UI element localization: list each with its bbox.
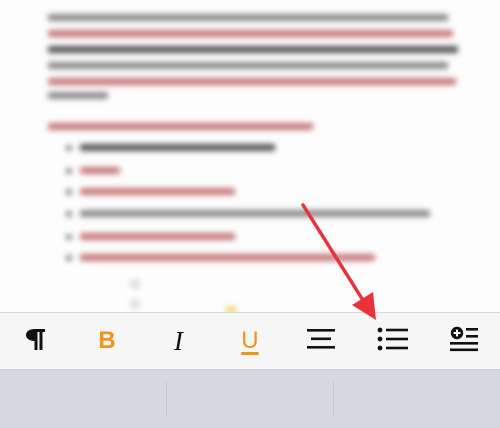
paragraph-style-button[interactable]	[0, 312, 71, 370]
keyboard-area	[0, 370, 500, 428]
align-center-icon	[306, 328, 336, 355]
keyboard-key-right[interactable]	[334, 370, 500, 428]
formatting-toolbar: B I U	[0, 312, 500, 370]
bold-icon: B	[98, 327, 116, 354]
italic-button[interactable]: I	[143, 312, 214, 370]
italic-icon: I	[173, 325, 183, 356]
insert-button[interactable]	[428, 312, 499, 370]
blurred-document-text	[0, 0, 500, 312]
bold-button[interactable]: B	[71, 312, 142, 370]
insert-line-icon	[449, 326, 479, 357]
bulleted-list-button[interactable]	[357, 312, 428, 370]
bulleted-list-icon	[377, 327, 409, 356]
keyboard-key-middle[interactable]	[167, 370, 333, 428]
align-button[interactable]	[286, 312, 357, 370]
underline-icon: U	[241, 327, 259, 354]
underline-button[interactable]: U	[214, 312, 285, 370]
document-canvas[interactable]	[0, 0, 500, 312]
pilcrow-icon	[24, 325, 48, 358]
keyboard-key-left[interactable]	[0, 370, 166, 428]
